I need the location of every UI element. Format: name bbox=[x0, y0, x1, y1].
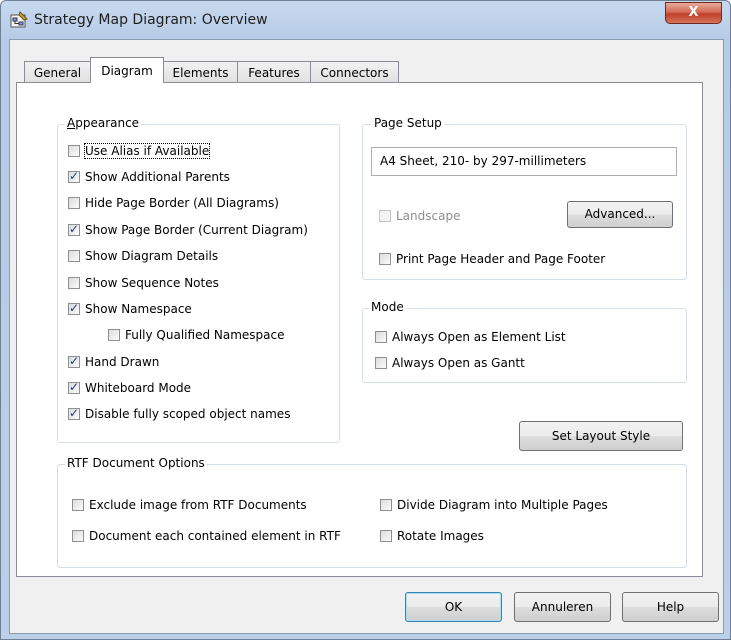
window-title: Strategy Map Diagram: Overview bbox=[34, 12, 268, 28]
checkbox-label: Hand Drawn bbox=[85, 355, 160, 369]
fully-qualified-namespace-checkbox[interactable]: Fully Qualified Namespace bbox=[108, 328, 285, 342]
tab-label: Features bbox=[248, 66, 300, 80]
checkbox-label: Divide Diagram into Multiple Pages bbox=[397, 498, 608, 512]
checkbox-label: Document each contained element in RTF bbox=[89, 529, 341, 543]
print-header-footer-checkbox[interactable]: Print Page Header and Page Footer bbox=[379, 252, 605, 266]
set-layout-style-label: Set Layout Style bbox=[551, 429, 651, 443]
checkbox-label: Landscape bbox=[396, 209, 461, 223]
close-button[interactable]: X bbox=[665, 2, 722, 24]
checkbox-box[interactable] bbox=[68, 301, 80, 315]
checkbox-label: Print Page Header and Page Footer bbox=[396, 252, 606, 266]
checkbox-box[interactable] bbox=[380, 530, 392, 542]
tab-page-diagram: Appearance Use Alias if Available Show A… bbox=[16, 82, 703, 577]
tab-connectors[interactable]: Connectors bbox=[310, 61, 399, 83]
checkbox-label: Use Alias if Available bbox=[83, 143, 211, 159]
hide-page-border-checkbox[interactable]: Hide Page Border (All Diagrams) bbox=[68, 196, 279, 210]
tab-features[interactable]: Features bbox=[237, 61, 311, 83]
disable-scoped-names-checkbox[interactable]: Disable fully scoped object names bbox=[68, 406, 291, 421]
checkbox-label: Show Namespace bbox=[85, 302, 192, 316]
show-namespace-checkbox[interactable]: Show Namespace bbox=[68, 301, 192, 316]
whiteboard-mode-checkbox[interactable]: Whiteboard Mode bbox=[68, 380, 192, 395]
appearance-group-title: Appearance bbox=[65, 116, 142, 130]
checkbox-label: Show Additional Parents bbox=[85, 170, 230, 184]
divide-diagram-checkbox[interactable]: Divide Diagram into Multiple Pages bbox=[380, 498, 608, 512]
help-button-label: Help bbox=[656, 600, 685, 614]
diagram-properties-icon bbox=[10, 11, 28, 28]
checkbox-label: Always Open as Element List bbox=[392, 330, 566, 344]
checkbox-box[interactable] bbox=[380, 499, 392, 511]
mode-group bbox=[362, 308, 687, 383]
cancel-button[interactable]: Annuleren bbox=[514, 592, 611, 622]
checkbox-box[interactable] bbox=[68, 406, 80, 420]
checkbox-box[interactable] bbox=[108, 329, 120, 341]
help-button[interactable]: Help bbox=[622, 592, 719, 622]
tab-label: Diagram bbox=[101, 64, 153, 78]
rtf-options-group bbox=[57, 464, 687, 568]
show-page-border-checkbox[interactable]: Show Page Border (Current Diagram) bbox=[68, 222, 308, 237]
use-alias-checkbox[interactable]: Use Alias if Available bbox=[68, 143, 211, 159]
checkbox-box[interactable] bbox=[68, 222, 80, 236]
hand-drawn-checkbox[interactable]: Hand Drawn bbox=[68, 354, 160, 369]
ok-button[interactable]: OK bbox=[405, 592, 502, 622]
dialog-window: Strategy Map Diagram: Overview X General… bbox=[0, 0, 731, 640]
paper-size-field[interactable]: A4 Sheet, 210- by 297-millimeters bbox=[371, 147, 677, 176]
checkbox-label: Show Page Border (Current Diagram) bbox=[85, 223, 308, 237]
tab-label: General bbox=[33, 66, 82, 80]
landscape-checkbox[interactable]: Landscape bbox=[379, 209, 460, 223]
cancel-button-label: Annuleren bbox=[531, 600, 594, 614]
advanced-button-label: Advanced... bbox=[584, 207, 656, 221]
tab-elements[interactable]: Elements bbox=[163, 61, 238, 83]
tab-label: Connectors bbox=[320, 66, 389, 80]
checkbox-box[interactable] bbox=[375, 357, 387, 369]
title-bar[interactable]: Strategy Map Diagram: Overview X bbox=[1, 1, 730, 39]
checkbox-box[interactable] bbox=[68, 380, 80, 394]
rotate-images-checkbox[interactable]: Rotate Images bbox=[380, 529, 484, 543]
checkbox-box[interactable] bbox=[68, 169, 80, 183]
checkbox-label: Rotate Images bbox=[397, 529, 484, 543]
exclude-image-rtf-checkbox[interactable]: Exclude image from RTF Documents bbox=[72, 498, 307, 512]
checkbox-box[interactable] bbox=[68, 145, 80, 157]
checkbox-label: Disable fully scoped object names bbox=[85, 407, 291, 421]
checkbox-box[interactable] bbox=[375, 331, 387, 343]
checkbox-box[interactable] bbox=[72, 499, 84, 511]
advanced-button[interactable]: Advanced... bbox=[567, 201, 673, 228]
tab-general[interactable]: General bbox=[24, 61, 91, 83]
ok-button-label: OK bbox=[444, 600, 463, 614]
tab-diagram[interactable]: Diagram bbox=[90, 57, 164, 83]
show-additional-parents-checkbox[interactable]: Show Additional Parents bbox=[68, 169, 230, 184]
checkbox-box[interactable] bbox=[68, 354, 80, 368]
open-as-gantt-checkbox[interactable]: Always Open as Gantt bbox=[375, 356, 525, 370]
show-sequence-notes-checkbox[interactable]: Show Sequence Notes bbox=[68, 276, 219, 290]
close-icon: X bbox=[688, 5, 699, 20]
checkbox-box[interactable] bbox=[72, 530, 84, 542]
checkbox-label: Show Sequence Notes bbox=[85, 276, 219, 290]
checkbox-box[interactable] bbox=[68, 277, 80, 289]
rtf-options-group-title: RTF Document Options bbox=[65, 456, 207, 470]
checkbox-label: Whiteboard Mode bbox=[85, 381, 192, 395]
checkbox-label: Exclude image from RTF Documents bbox=[89, 498, 307, 512]
checkbox-box[interactable] bbox=[68, 250, 80, 262]
checkbox-box[interactable] bbox=[379, 253, 391, 265]
checkbox-label: Show Diagram Details bbox=[85, 249, 219, 263]
checkbox-box[interactable] bbox=[379, 210, 391, 222]
checkbox-label: Hide Page Border (All Diagrams) bbox=[85, 196, 279, 210]
tab-label: Elements bbox=[172, 66, 229, 80]
page-setup-group-title: Page Setup bbox=[372, 116, 444, 130]
checkbox-box[interactable] bbox=[68, 197, 80, 209]
checkbox-label: Fully Qualified Namespace bbox=[125, 328, 285, 342]
mode-group-title: Mode bbox=[369, 300, 406, 314]
show-diagram-details-checkbox[interactable]: Show Diagram Details bbox=[68, 249, 218, 263]
checkbox-label: Always Open as Gantt bbox=[392, 356, 525, 370]
open-as-element-list-checkbox[interactable]: Always Open as Element List bbox=[375, 330, 566, 344]
set-layout-style-button[interactable]: Set Layout Style bbox=[519, 421, 683, 451]
document-contained-element-checkbox[interactable]: Document each contained element in RTF bbox=[72, 529, 341, 543]
